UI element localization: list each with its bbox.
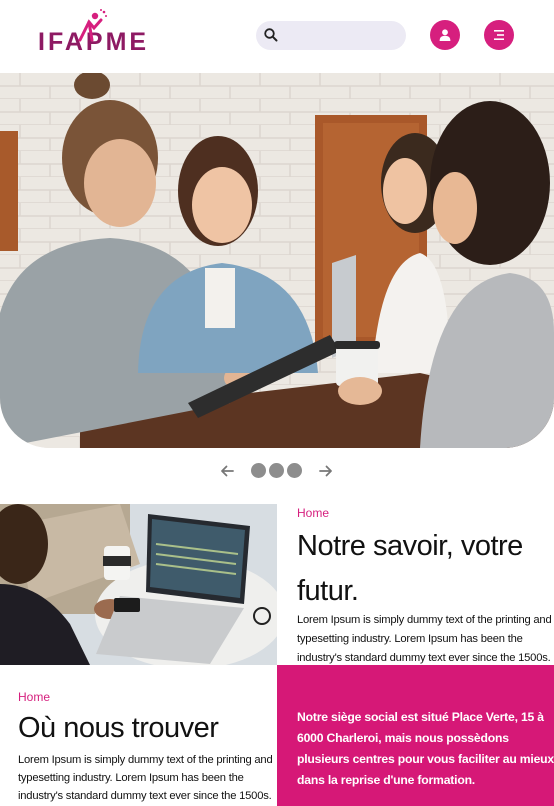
body-text-line2: typesetting industry. Lorem Ipsum has be…	[297, 633, 523, 645]
search-bar[interactable]	[256, 21, 406, 50]
address-line4: dans la reprise d'une formation.	[297, 773, 475, 787]
arrow-right-icon[interactable]	[317, 462, 335, 480]
address-line3: plusieurs centres pour vous faciliter au…	[297, 752, 554, 766]
search-input[interactable]	[284, 25, 396, 46]
search-icon	[264, 28, 278, 42]
breadcrumb[interactable]: Home	[297, 506, 329, 520]
breadcrumb[interactable]: Home	[18, 690, 50, 704]
body-text-line1: Lorem Ipsum is simply dummy text of the …	[18, 754, 273, 766]
user-account-button[interactable]	[430, 20, 460, 50]
menu-button[interactable]	[484, 20, 514, 50]
site-header: IFAPME	[0, 0, 554, 73]
laptop-photo	[0, 504, 277, 665]
carousel-dot-3[interactable]	[287, 463, 302, 478]
section-title-line2: futur.	[297, 575, 359, 607]
hero-image	[0, 73, 554, 448]
logo-figure-icon	[78, 9, 107, 42]
address-line1: Notre siège social est situé Place Verte…	[297, 710, 544, 724]
carousel-dot-2[interactable]	[269, 463, 284, 478]
body-text-line1: Lorem Ipsum is simply dummy text of the …	[297, 614, 552, 626]
address-block: Notre siège social est situé Place Verte…	[277, 665, 554, 806]
section-title: Où nous trouver	[18, 712, 219, 744]
menu-icon	[494, 30, 504, 40]
carousel-dot-1[interactable]	[251, 463, 266, 478]
students-photo	[0, 73, 554, 448]
body-text-line3: industry's standard dummy text ever sinc…	[18, 790, 272, 802]
address-line2: 6000 Charleroi, mais nous possèdons	[297, 731, 509, 745]
trouver-section: Home Où nous trouver Lorem Ipsum is simp…	[0, 665, 277, 806]
savoir-section: Home Notre savoir, votre futur. Lorem Ip…	[297, 504, 552, 665]
carousel-controls	[0, 458, 554, 484]
user-icon	[439, 29, 451, 41]
body-text-line2: typesetting industry. Lorem Ipsum has be…	[18, 772, 244, 784]
ifapme-logo[interactable]: IFAPME	[38, 9, 158, 58]
arrow-left-icon[interactable]	[218, 462, 236, 480]
section-title-line1: Notre savoir, votre	[297, 530, 523, 562]
